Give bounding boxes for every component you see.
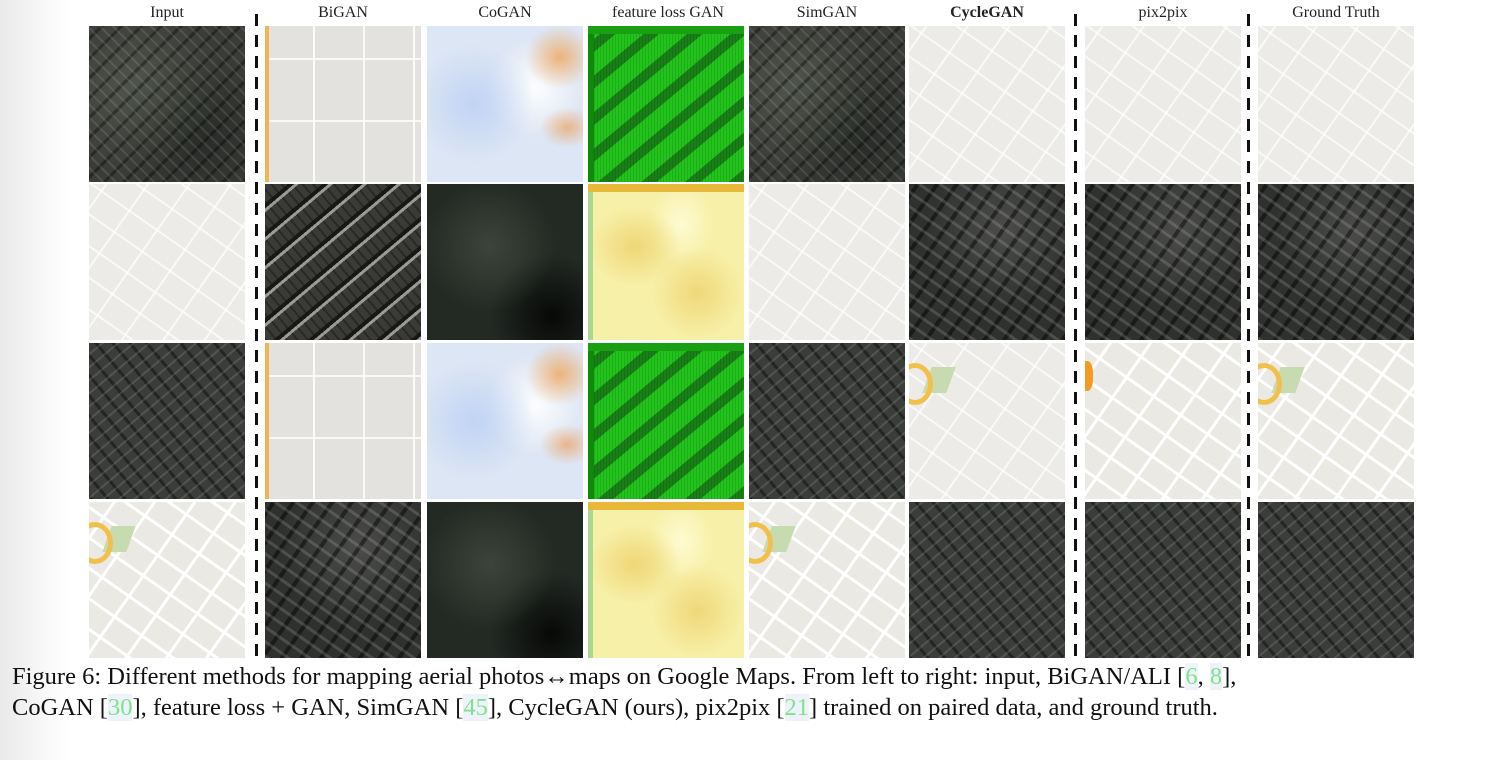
image-tile-feature-loss-gan-row1	[588, 26, 744, 182]
image-tile-cyclegan-row2	[909, 184, 1065, 340]
dashed-separator	[1074, 14, 1077, 659]
image-tile-ground-truth-row1	[1258, 26, 1414, 182]
citation-link[interactable]: 8	[1209, 663, 1223, 690]
image-tile-pix2pix-row1	[1085, 26, 1241, 182]
image-tile-input-row2	[89, 184, 245, 340]
image-tile-simgan-row2	[749, 184, 905, 340]
caption-text: Figure 6: Different methods for mapping …	[12, 663, 1186, 690]
caption-text: ], feature loss + GAN, SimGAN [	[132, 694, 464, 721]
image-tile-cyclegan-row1	[909, 26, 1065, 182]
caption-text: ] trained on paired data, and ground tru…	[809, 694, 1218, 721]
image-tile-simgan-row4	[749, 502, 905, 658]
image-tile-pix2pix-row4	[1085, 502, 1241, 658]
image-tile-cogan-row2	[427, 184, 583, 340]
image-tile-cyclegan-row3	[909, 343, 1065, 499]
column-header-input: Input	[150, 4, 184, 21]
image-tile-cogan-row4	[427, 502, 583, 658]
image-tile-pix2pix-row3	[1085, 343, 1241, 499]
column-header-cogan: CoGAN	[478, 4, 532, 21]
image-tile-ground-truth-row4	[1258, 502, 1414, 658]
column-header-cyclegan: CycleGAN	[950, 4, 1024, 21]
image-tile-ground-truth-row2	[1258, 184, 1414, 340]
column-header-feature-loss-gan: feature loss GAN	[612, 4, 724, 21]
image-tile-simgan-row1	[749, 26, 905, 182]
caption-text: CoGAN [	[12, 694, 108, 721]
citation-link[interactable]: 6	[1185, 663, 1198, 690]
column-header-ground-truth: Ground Truth	[1292, 4, 1380, 21]
citation-link[interactable]: 21	[784, 694, 810, 721]
image-tile-bigan-row3	[265, 343, 421, 499]
caption-text: ],	[1222, 663, 1237, 690]
column-header-bigan: BiGAN	[318, 4, 368, 21]
caption-text: ], CycleGAN (ours), pix2pix [	[487, 694, 785, 721]
image-tile-feature-loss-gan-row2	[588, 184, 744, 340]
caption-line-1: Figure 6: Different methods for mapping …	[12, 661, 1507, 692]
image-tile-cyclegan-row4	[909, 502, 1065, 658]
column-header-simgan: SimGAN	[796, 4, 858, 21]
column-header-pix2pix: pix2pix	[1138, 4, 1188, 21]
image-tile-input-row3	[89, 343, 245, 499]
dashed-separator	[255, 14, 258, 659]
caption-text: ,	[1197, 663, 1210, 690]
citation-link[interactable]: 45	[463, 694, 488, 721]
image-tile-input-row4	[89, 502, 245, 658]
image-tile-input-row1	[89, 26, 245, 182]
caption-line-2: CoGAN [30], feature loss + GAN, SimGAN […	[12, 692, 1507, 723]
image-tile-feature-loss-gan-row4	[588, 502, 744, 658]
image-tile-cogan-row1	[427, 26, 583, 182]
image-tile-simgan-row3	[749, 343, 905, 499]
dashed-separator	[1247, 14, 1250, 659]
image-tile-feature-loss-gan-row3	[588, 343, 744, 499]
image-tile-bigan-row1	[265, 26, 421, 182]
image-tile-bigan-row2	[265, 184, 421, 340]
citation-link[interactable]: 30	[107, 694, 133, 721]
figure-caption: Figure 6: Different methods for mapping …	[12, 661, 1507, 723]
image-tile-ground-truth-row3	[1258, 343, 1414, 499]
image-tile-bigan-row4	[265, 502, 421, 658]
image-tile-pix2pix-row2	[1085, 184, 1241, 340]
image-tile-cogan-row3	[427, 343, 583, 499]
